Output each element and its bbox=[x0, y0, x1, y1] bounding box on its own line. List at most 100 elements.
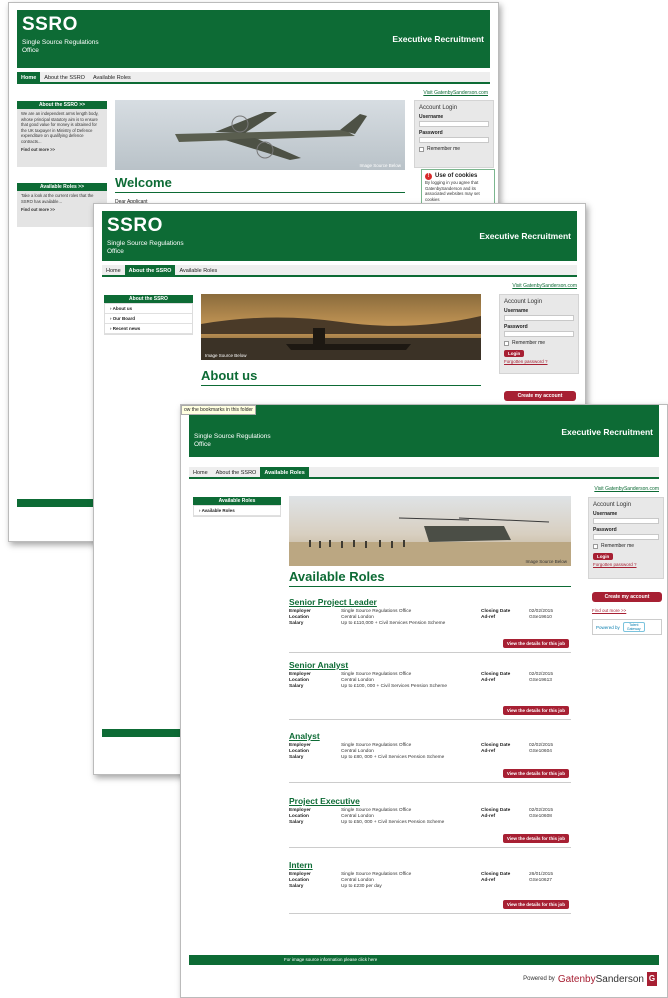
role-title-link[interactable]: Intern bbox=[289, 860, 571, 870]
role-title-link[interactable]: Analyst bbox=[289, 731, 571, 741]
talent-gateway-logo: Talent Gateway bbox=[622, 622, 645, 632]
remember-me-checkbox[interactable] bbox=[419, 146, 424, 152]
visit-gatenby-link[interactable]: Visit GatenbySanderson.com bbox=[423, 90, 488, 96]
cookie-title: Use of cookies bbox=[435, 172, 478, 179]
site-header: SSRO Single Source Regulations Office Ex… bbox=[17, 10, 490, 68]
powered-by-label: Powered by bbox=[596, 624, 620, 630]
about-ssro-text: We are an independent arms length body, … bbox=[21, 111, 99, 144]
find-out-more-link[interactable]: Find out more >> bbox=[592, 608, 626, 613]
available-roles-heading: Available Roles bbox=[289, 569, 571, 587]
view-job-details-button[interactable]: View the details for this job bbox=[502, 834, 569, 843]
sidebar-item-available-roles[interactable]: › Available Roles bbox=[194, 506, 280, 516]
forgotten-password-link[interactable]: Forgotten password ? bbox=[593, 562, 659, 567]
nav-available-roles[interactable]: Available Roles bbox=[89, 72, 135, 82]
roles-box-text: Take a look at the current roles that th… bbox=[21, 193, 94, 204]
view-job-details-button[interactable]: View the details for this job bbox=[502, 900, 569, 909]
about-ssro-box-head[interactable]: About the SSRO >> bbox=[17, 101, 107, 109]
banner-submarine-image: Image Source Below bbox=[201, 294, 481, 360]
view-job-details-button[interactable]: View the details for this job bbox=[502, 769, 569, 778]
remember-me-row: Remember me bbox=[419, 146, 489, 152]
roles-box-head[interactable]: Available Roles >> bbox=[17, 183, 107, 191]
banner-helicopter-image: Image Source Below bbox=[289, 496, 571, 566]
about-find-out-more-link[interactable]: Find out more >> bbox=[21, 147, 103, 153]
visit-gatenby-link[interactable]: Visit GatenbySanderson.com bbox=[512, 283, 577, 289]
visit-gatenby-link[interactable]: Visit GatenbySanderson.com bbox=[594, 486, 659, 492]
salary-label: Salary bbox=[289, 621, 304, 627]
salary-value: Up to £110,000 + Civil Services Pension … bbox=[341, 621, 446, 627]
remember-me-row: Remember me bbox=[504, 340, 574, 346]
nav-about[interactable]: About the SSRO bbox=[212, 467, 261, 477]
remember-me-checkbox[interactable] bbox=[593, 543, 598, 549]
create-account-button[interactable]: Create my account bbox=[592, 592, 662, 602]
about-sidebar-head: About the SSRO bbox=[104, 295, 193, 303]
role-item: Intern Employer Single Source Regulations… bbox=[289, 860, 571, 914]
login-title: Account Login bbox=[504, 299, 543, 305]
chinook-helicopter-illustration bbox=[289, 496, 571, 566]
site-logo[interactable]: SSRO bbox=[22, 14, 78, 36]
powered-by-text: Powered by bbox=[523, 976, 555, 982]
sidebar-item-recent-news[interactable]: › Recent news bbox=[105, 324, 192, 334]
submarine-sunset-illustration bbox=[201, 294, 481, 360]
account-login-panel: Account Login Username Password Remember… bbox=[588, 497, 664, 579]
nav-about[interactable]: About the SSRO bbox=[40, 72, 89, 82]
main-nav: Home About the SSRO Available Roles bbox=[17, 72, 490, 84]
gatenby-sanderson-wordmark: GatenbySanderson bbox=[557, 973, 644, 985]
view-job-details-button[interactable]: View the details for this job bbox=[502, 639, 569, 648]
sidebar-item-about-us[interactable]: › About us bbox=[105, 304, 192, 314]
view-job-details-button[interactable]: View the details for this job bbox=[502, 706, 569, 715]
password-label: Password bbox=[593, 527, 617, 533]
create-account-button[interactable]: Create my account bbox=[504, 391, 576, 401]
sidebar-item-our-board[interactable]: › Our Board bbox=[105, 314, 192, 324]
nav-available-roles[interactable]: Available Roles bbox=[175, 265, 221, 275]
remember-me-label: Remember me bbox=[427, 146, 461, 152]
welcome-heading: Welcome bbox=[115, 175, 405, 193]
account-login-panel: Account Login Username Password Remember… bbox=[499, 294, 579, 374]
login-button[interactable]: Login bbox=[593, 553, 614, 560]
password-input[interactable] bbox=[504, 331, 574, 337]
role-title-link[interactable]: Project Executive bbox=[289, 796, 571, 806]
remember-me-row: Remember me bbox=[593, 543, 659, 549]
site-subtitle: Single Source Regulations Office bbox=[107, 240, 184, 255]
exec-recruitment-title: Executive Recruitment bbox=[392, 34, 484, 44]
exec-recruitment-title: Executive Recruitment bbox=[479, 231, 571, 241]
exec-recruitment-title: Executive Recruitment bbox=[561, 427, 653, 437]
password-input[interactable] bbox=[419, 137, 489, 143]
account-login-panel: Account Login Username Password Remember… bbox=[414, 100, 494, 168]
page-available-roles-screenshot: SSRO Single Source Regulations Office Ex… bbox=[180, 404, 668, 998]
username-input[interactable] bbox=[504, 315, 574, 321]
cookie-notice: ! Use of cookies By logging in you agree… bbox=[421, 169, 495, 207]
site-subtitle: Single Source Regulations Office bbox=[194, 433, 271, 448]
site-logo[interactable]: SSRO bbox=[107, 215, 163, 237]
role-title-link[interactable]: Senior Project Leader bbox=[289, 597, 571, 607]
forgotten-password-link[interactable]: Forgotten password ? bbox=[504, 359, 574, 364]
login-title: Account Login bbox=[593, 502, 632, 508]
remember-me-checkbox[interactable] bbox=[504, 340, 509, 346]
hercules-aircraft-illustration bbox=[115, 100, 405, 170]
username-label: Username bbox=[419, 114, 444, 120]
banner-image-caption: Image Source Below bbox=[205, 353, 247, 358]
username-label: Username bbox=[593, 511, 618, 517]
role-title-link[interactable]: Senior Analyst bbox=[289, 660, 571, 670]
nav-home[interactable]: Home bbox=[189, 467, 212, 477]
roles-find-out-more-link[interactable]: Find out more >> bbox=[21, 207, 103, 213]
roles-sidebar-list: › Available Roles bbox=[193, 505, 281, 517]
site-header: SSRO Single Source Regulations Office Ex… bbox=[189, 405, 659, 457]
nav-available-roles[interactable]: Available Roles bbox=[260, 467, 309, 477]
powered-by-talent-gateway[interactable]: Powered by Talent Gateway bbox=[592, 619, 662, 635]
warning-icon: ! bbox=[425, 173, 432, 180]
roles-sidebar-head: Available Roles bbox=[193, 497, 281, 505]
gatenby-sanderson-footer[interactable]: Powered by GatenbySanderson G bbox=[523, 972, 657, 986]
site-subtitle: Single Source Regulations Office bbox=[22, 39, 99, 54]
username-input[interactable] bbox=[419, 121, 489, 127]
image-source-bar[interactable]: For image source information please clic… bbox=[189, 955, 659, 965]
nav-about[interactable]: About the SSRO bbox=[124, 265, 176, 275]
password-input[interactable] bbox=[593, 534, 659, 540]
nav-home[interactable]: Home bbox=[17, 72, 41, 82]
username-input[interactable] bbox=[593, 518, 659, 524]
remember-me-label: Remember me bbox=[512, 340, 546, 346]
cookie-text: By logging in you agree that GatenbySand… bbox=[425, 180, 480, 202]
role-item: Analyst Employer Single Source Regulation… bbox=[289, 731, 571, 783]
login-button[interactable]: Login bbox=[504, 350, 525, 357]
gatenby-sanderson-logo-icon: G bbox=[647, 972, 657, 986]
nav-home[interactable]: Home bbox=[102, 265, 125, 275]
